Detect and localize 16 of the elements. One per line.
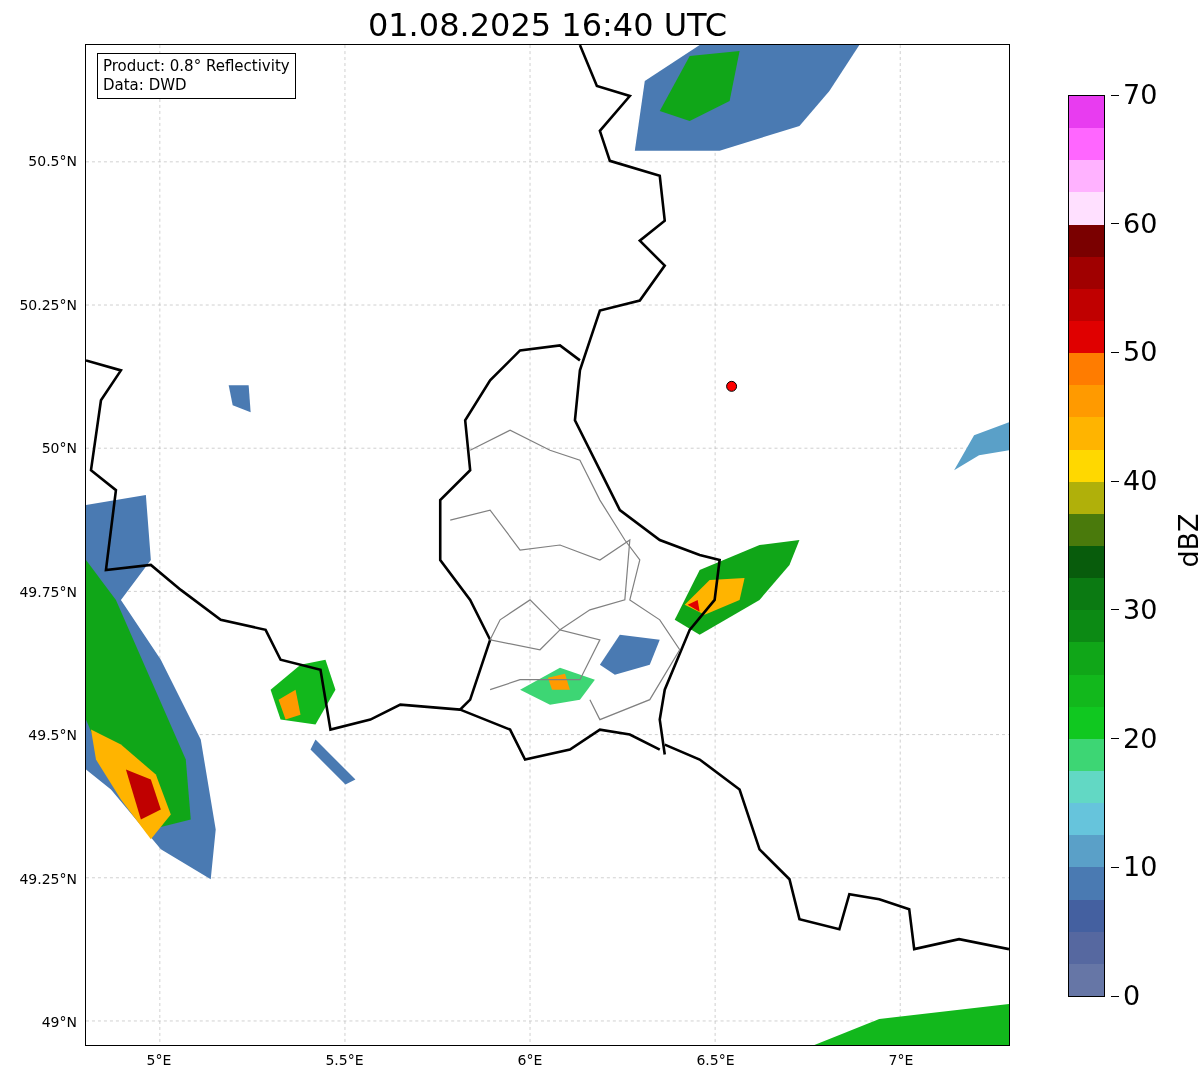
axis-tick-label: 50.25°N [19,296,77,313]
colorbar-label: dBZ [1172,512,1202,570]
axis-tick-label: 5°E [146,1052,172,1068]
axis-tick-label: 50.5°N [28,153,77,169]
chart-title: 01.08.2025 16:40 UTC [366,5,729,44]
axis-tick-label: 5.5°E [325,1052,364,1068]
axis-tick-label: 6°E [517,1052,543,1068]
axis-tick-label: 49.25°N [19,870,77,887]
axis-tick-label: 49.5°N [28,727,77,743]
axis-tick-label: 49°N [41,1014,77,1030]
axis-tick-label: 6.5°E [696,1052,735,1068]
axis-tick-label: 49.75°N [19,583,77,600]
info-text: Data: DWD [103,76,188,95]
axis-tick-label: 50°N [41,440,77,456]
info-text: Product: 0.8° Reflectivity [103,57,290,76]
axis-tick-label: 7°E [888,1052,914,1068]
